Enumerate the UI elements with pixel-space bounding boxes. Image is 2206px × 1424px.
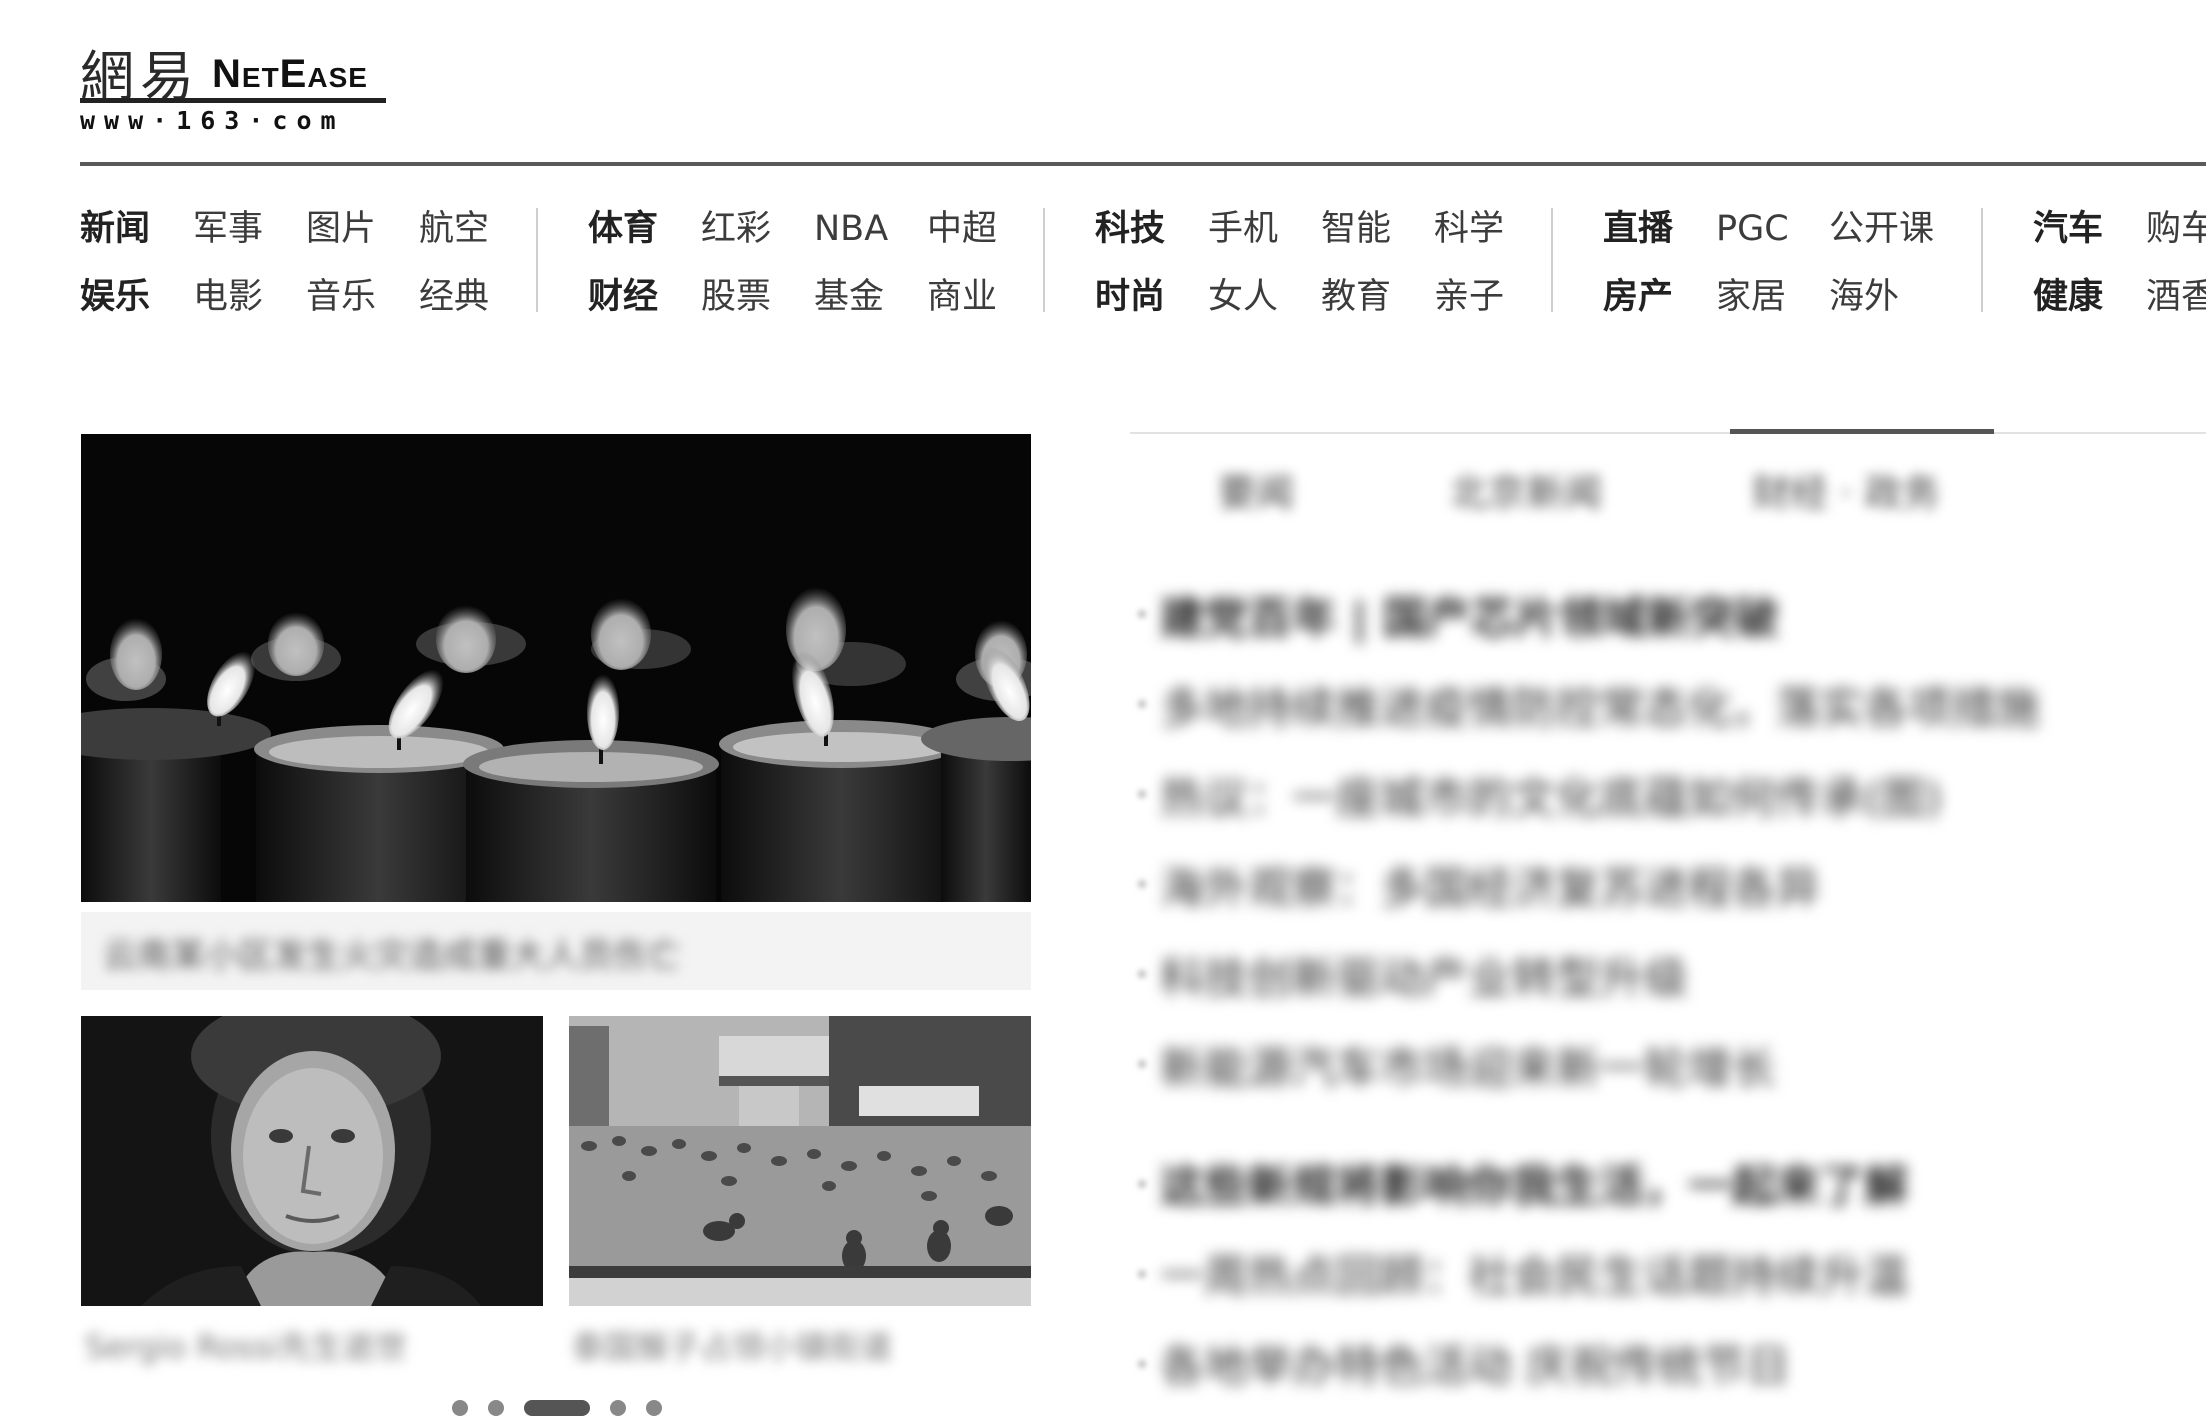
portrait-illustration — [81, 1016, 543, 1306]
nav-link[interactable]: 科学 — [1434, 204, 1547, 254]
hero-caption[interactable]: 云南某小区发生火灾造成重大人员伤亡 — [81, 912, 1031, 990]
nav-separator — [536, 208, 538, 312]
thumbnail-caption[interactable]: Sergio Rossi先生逝世 — [85, 1322, 407, 1368]
carousel-dot[interactable] — [610, 1400, 626, 1416]
nav-link[interactable]: 海外 — [1829, 272, 1942, 322]
news-item[interactable]: 科技创新驱动产业转型升级 — [1160, 942, 1688, 1006]
nav-link[interactable]: 新闻 — [80, 204, 193, 254]
nav-link[interactable]: 红彩 — [701, 204, 814, 254]
thumbnail-monkeys[interactable] — [569, 1016, 1031, 1306]
nav-row: 房产 家居 海外 — [1603, 272, 1942, 332]
carousel-dot[interactable] — [488, 1400, 504, 1416]
nav-link[interactable]: 图片 — [306, 204, 419, 254]
news-item[interactable]: 海外观察：多国经济复苏进程各异 — [1160, 852, 1820, 916]
carousel-dot[interactable] — [452, 1400, 468, 1416]
nav-link[interactable]: 基金 — [814, 272, 927, 322]
nav-row: 时尚 女人 教育 亲子 — [1095, 272, 1547, 332]
tab-finance[interactable]: 财经 · 政务 — [1752, 462, 1940, 517]
news-item[interactable]: 多地持续推进疫情防控常态化，落实各项措施 — [1160, 672, 2040, 736]
nav-separator — [1043, 208, 1045, 312]
tab-local[interactable]: 北京新闻 — [1450, 462, 1602, 517]
news-bullet — [1138, 610, 1146, 618]
news-item[interactable]: 热议：一座城市的文化底蕴如何传承(图) — [1160, 762, 1942, 826]
news-item[interactable]: 新能源汽车市场迎来新一轮增长 — [1160, 1032, 1776, 1096]
carousel-dot-active[interactable] — [524, 1400, 590, 1416]
hero-image-candles[interactable] — [81, 434, 1031, 902]
nav-link[interactable]: 亲子 — [1434, 272, 1547, 322]
nav-link[interactable]: 财经 — [588, 272, 701, 322]
news-item[interactable]: 一周热点回顾：社会民生话题持续升温 — [1160, 1240, 1908, 1304]
nav-link[interactable]: 房产 — [1603, 272, 1716, 322]
logo-divider — [80, 98, 386, 103]
tabs-divider — [1130, 432, 2206, 434]
nav-link[interactable]: 智能 — [1321, 204, 1434, 254]
nav-link[interactable]: 娱乐 — [80, 272, 193, 322]
nav-link[interactable]: 航空 — [419, 204, 532, 254]
logo-url-text: www·163·com — [80, 106, 345, 135]
news-bullet — [1138, 880, 1146, 888]
news-headline[interactable]: 这些新规将影响你我生活，一起来了解 — [1160, 1150, 1908, 1214]
nav-link[interactable]: 商业 — [927, 272, 1040, 322]
nav-link[interactable]: 手机 — [1208, 204, 1321, 254]
news-headline[interactable]: 建党百年 | 国产芯片领域新突破 — [1160, 582, 1779, 646]
news-item[interactable]: 各地举办特色活动 庆祝传统节日 — [1160, 1330, 1790, 1394]
nav-link[interactable]: 公开课 — [1829, 204, 1942, 254]
news-bullet — [1138, 1180, 1146, 1188]
header-divider — [80, 162, 2206, 166]
nav-link[interactable]: 女人 — [1208, 272, 1321, 322]
carousel-dot[interactable] — [646, 1400, 662, 1416]
news-bullet — [1138, 1270, 1146, 1278]
nav-link[interactable]: 教育 — [1321, 272, 1434, 322]
nav-link[interactable]: NBA — [814, 204, 927, 254]
nav-link[interactable]: 体育 — [588, 204, 701, 254]
nav-link[interactable]: 经典 — [419, 272, 532, 322]
nav-link[interactable]: 音乐 — [306, 272, 419, 322]
nav-row: 新闻 军事 图片 航空 — [80, 204, 532, 264]
logo-en-text: NetEase — [212, 52, 368, 96]
nav-row: 汽车 购车 — [2033, 204, 2206, 264]
nav-link[interactable]: PGC — [1716, 204, 1829, 254]
nav-row: 健康 酒香 — [2033, 272, 2206, 332]
nav-link[interactable]: 家居 — [1716, 272, 1829, 322]
nav-link[interactable]: 股票 — [701, 272, 814, 322]
nav-link[interactable]: 酒香 — [2146, 272, 2206, 322]
monkeys-illustration — [569, 1016, 1031, 1306]
nav-link[interactable]: 汽车 — [2033, 204, 2146, 254]
nav-row: 直播 PGC 公开课 — [1603, 204, 1942, 264]
netease-logo[interactable]: 網易 NetEase www·163·com — [80, 30, 400, 140]
candles-illustration — [81, 434, 1031, 902]
news-bullet — [1138, 970, 1146, 978]
nav-row: 科技 手机 智能 科学 — [1095, 204, 1547, 264]
nav-link[interactable]: 时尚 — [1095, 272, 1208, 322]
nav-link[interactable]: 科技 — [1095, 204, 1208, 254]
tab-active-indicator — [1730, 429, 1994, 434]
nav-row: 财经 股票 基金 商业 — [588, 272, 1040, 332]
thumbnail-caption[interactable]: 泰国猴子占领小镇街道 — [572, 1322, 892, 1368]
channel-nav: 新闻 军事 图片 航空 娱乐 电影 音乐 经典 体育 红彩 NBA 中超 财经 股票 基金 商业 科技手… — [80, 200, 2206, 330]
news-bullet — [1138, 700, 1146, 708]
nav-row: 娱乐 电影 音乐 经典 — [80, 272, 532, 332]
hero-caption-text: 云南某小区发生火灾造成重大人员伤亡 — [103, 936, 681, 976]
nav-separator — [1981, 208, 1983, 312]
nav-row: 体育 红彩 NBA 中超 — [588, 204, 1040, 264]
nav-link[interactable]: 健康 — [2033, 272, 2146, 322]
nav-link[interactable]: 购车 — [2146, 204, 2206, 254]
nav-link[interactable]: 电影 — [193, 272, 306, 322]
nav-link[interactable]: 直播 — [1603, 204, 1716, 254]
nav-separator — [1551, 208, 1553, 312]
news-bullet — [1138, 1060, 1146, 1068]
news-bullet — [1138, 790, 1146, 798]
nav-link[interactable]: 军事 — [193, 204, 306, 254]
tab-headlines[interactable]: 要闻 — [1218, 462, 1294, 517]
nav-link[interactable]: 中超 — [927, 204, 1040, 254]
thumbnail-portrait[interactable] — [81, 1016, 543, 1306]
news-bullet — [1138, 1360, 1146, 1368]
